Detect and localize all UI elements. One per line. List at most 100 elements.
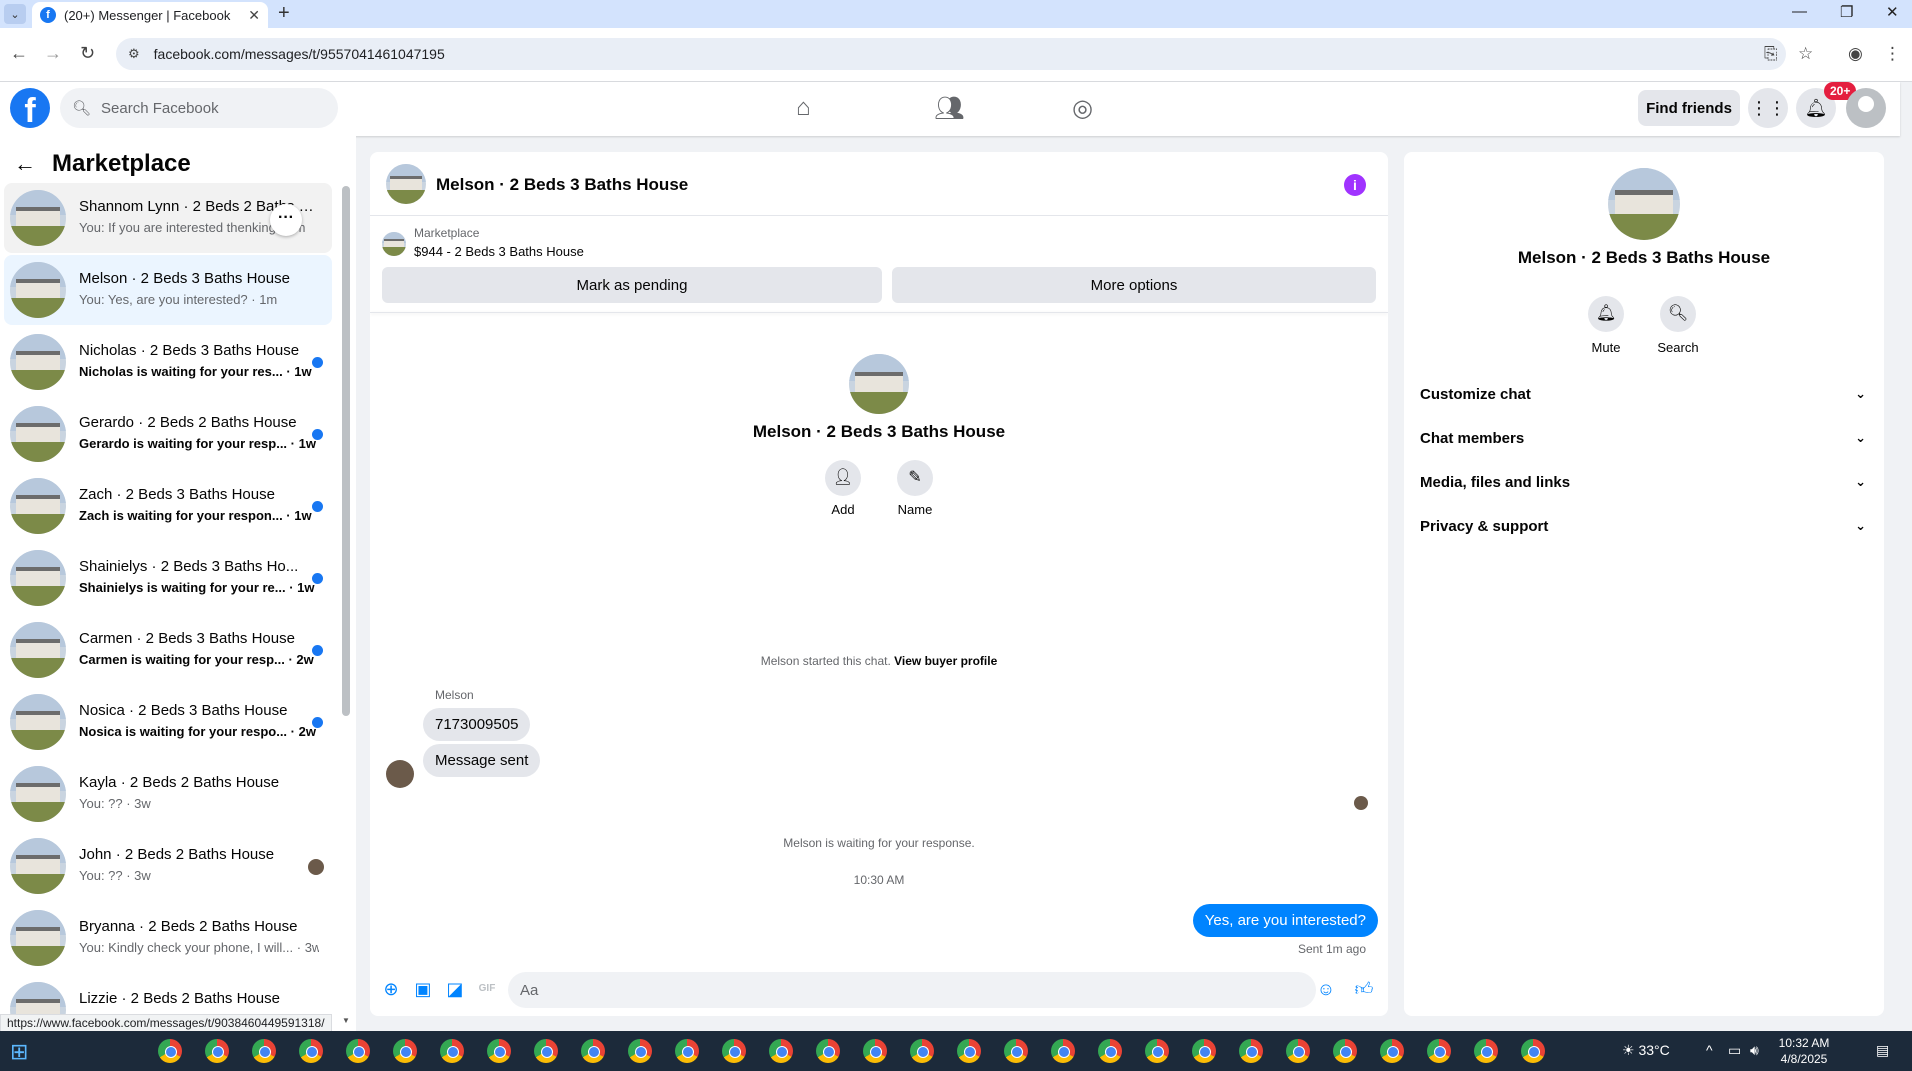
conversation-item[interactable]: Gerardo · 2 Beds 2 Baths House Gerardo is… [4, 399, 332, 469]
close-window-icon[interactable]: ✕ [1886, 3, 1899, 21]
plus-circle-icon[interactable]: ⊕ [380, 978, 402, 1000]
system-clock[interactable]: 10:32 AM 4/8/2025 [1768, 1035, 1840, 1067]
minimize-icon[interactable]: — [1792, 3, 1807, 20]
home-icon[interactable]: ⌂ [796, 94, 811, 122]
chrome-app-icon[interactable] [1239, 1039, 1263, 1063]
customize-chat-section[interactable]: Customize chat ⌄ [1420, 376, 1876, 412]
chrome-app-icon[interactable] [252, 1039, 276, 1063]
message-input[interactable] [508, 972, 1316, 1008]
chrome-app-icon[interactable] [675, 1039, 699, 1063]
privacy-support-section[interactable]: Privacy & support ⌄ [1420, 508, 1876, 544]
incoming-message[interactable]: Message sent [423, 744, 541, 777]
chrome-app-icon[interactable] [440, 1039, 464, 1063]
tab-search-icon[interactable]: ⌄ [4, 4, 26, 24]
windows-start-icon[interactable]: ⊞ [10, 1039, 28, 1065]
profile-icon[interactable]: ◉ [1848, 44, 1863, 64]
chat-members-section[interactable]: Chat members ⌄ [1420, 420, 1876, 456]
tray-chevron-icon[interactable]: ^ [1706, 1042, 1713, 1058]
chrome-app-icon[interactable] [346, 1039, 370, 1063]
chrome-app-icon[interactable] [1098, 1039, 1122, 1063]
browser-tab[interactable]: f (20+) Messenger | Facebook ✕ [32, 2, 268, 28]
search-in-chat-button[interactable]: 🔍︎ Search [1648, 296, 1708, 355]
site-info-icon[interactable]: ⚙ [128, 46, 140, 62]
chrome-app-icon[interactable] [581, 1039, 605, 1063]
chrome-app-icon[interactable] [158, 1039, 182, 1063]
account-avatar[interactable] [1846, 88, 1886, 128]
friends-icon[interactable]: 👥︎ [934, 94, 964, 123]
mark-as-pending-button[interactable]: Mark as pending [382, 267, 882, 303]
chrome-app-icon[interactable] [1051, 1039, 1075, 1063]
volume-icon[interactable]: 🔊︎ [1750, 1042, 1759, 1059]
new-tab-icon[interactable]: + [278, 2, 290, 25]
chrome-app-icon[interactable] [1380, 1039, 1404, 1063]
conversation-item[interactable]: Kayla · 2 Beds 2 Baths House You: ?? · 3w [4, 759, 332, 829]
chrome-app-icon[interactable] [722, 1039, 746, 1063]
conversation-item[interactable]: Bryanna · 2 Beds 2 Baths House You: Kindl… [4, 903, 332, 973]
forward-icon[interactable]: → [44, 43, 62, 64]
close-tab-icon[interactable]: ✕ [248, 7, 260, 24]
chrome-app-icon[interactable] [534, 1039, 558, 1063]
url-field[interactable]: ⚙ facebook.com/messages/t/95570414610471… [116, 38, 1786, 70]
conversation-item[interactable]: Nicholas · 2 Beds 3 Baths House Nicholas … [4, 327, 332, 397]
chrome-app-icon[interactable] [1474, 1039, 1498, 1063]
conversation-item[interactable]: Zach · 2 Beds 3 Baths House Zach is waiti… [4, 471, 332, 541]
name-button[interactable]: ✎ Name [885, 460, 945, 517]
notification-center-icon[interactable]: ▤ [1876, 1042, 1889, 1059]
media-files-section[interactable]: Media, files and links ⌄ [1420, 464, 1876, 500]
chrome-app-icon[interactable] [393, 1039, 417, 1063]
chrome-app-icon[interactable] [1286, 1039, 1310, 1063]
incoming-message[interactable]: 7173009505 [423, 708, 531, 741]
chrome-app-icon[interactable] [1192, 1039, 1216, 1063]
emoji-icon[interactable]: ☺ [1315, 978, 1337, 1000]
conversation-item[interactable]: Nosica · 2 Beds 3 Baths House Nosica is w… [4, 687, 332, 757]
profile-avatar[interactable] [849, 354, 909, 414]
menu-grid-icon[interactable]: ⋮⋮ [1748, 88, 1788, 128]
chrome-app-icon[interactable] [487, 1039, 511, 1063]
conversation-item[interactable]: John · 2 Beds 2 Baths House You: ?? · 3w [4, 831, 332, 901]
chrome-app-icon[interactable] [1521, 1039, 1545, 1063]
conversation-item[interactable]: Melson · 2 Beds 3 Baths House You: Yes, a… [4, 255, 332, 325]
chat-avatar[interactable] [386, 164, 426, 204]
chrome-app-icon[interactable] [1004, 1039, 1028, 1063]
reload-icon[interactable]: ↻ [80, 43, 95, 64]
restore-icon[interactable]: ❐ [1840, 3, 1853, 21]
chrome-app-icon[interactable] [957, 1039, 981, 1063]
photo-icon[interactable]: ▣ [412, 978, 434, 1000]
chrome-app-icon[interactable] [299, 1039, 323, 1063]
add-button[interactable]: 👤︎ Add [813, 460, 873, 517]
chrome-app-icon[interactable] [1427, 1039, 1451, 1063]
back-arrow-icon[interactable]: ← [14, 151, 36, 177]
chrome-app-icon[interactable] [205, 1039, 229, 1063]
chrome-app-icon[interactable] [1145, 1039, 1169, 1063]
chrome-app-icon[interactable] [628, 1039, 652, 1063]
view-buyer-profile-link[interactable]: View buyer profile [894, 654, 997, 668]
chrome-app-icon[interactable] [910, 1039, 934, 1063]
conversation-item[interactable]: Shannom Lynn · 2 Beds 2 Baths House You: … [4, 183, 332, 253]
facebook-logo-icon[interactable]: f [10, 88, 50, 128]
sticker-icon[interactable]: ◪ [444, 978, 466, 1000]
search-facebook-input[interactable]: 🔍︎ Search Facebook [60, 88, 338, 128]
thumbs-up-icon[interactable]: 👍︎ [1353, 978, 1375, 1000]
conversation-item[interactable]: Carmen · 2 Beds 3 Baths House Carmen is w… [4, 615, 332, 685]
install-app-icon[interactable]: ⎘ [1764, 44, 1778, 64]
find-friends-button[interactable]: Find friends [1638, 90, 1740, 126]
bookmark-star-icon[interactable]: ☆ [1798, 44, 1813, 64]
info-avatar[interactable] [1608, 168, 1680, 240]
chrome-app-icon[interactable] [769, 1039, 793, 1063]
chrome-app-icon[interactable] [863, 1039, 887, 1063]
sender-avatar[interactable] [386, 760, 414, 788]
gif-icon[interactable]: GIF [476, 978, 498, 1000]
network-icon[interactable]: ▭ [1728, 1042, 1741, 1059]
groups-icon[interactable]: ◎ [1072, 94, 1093, 123]
chrome-app-icon[interactable] [1333, 1039, 1357, 1063]
back-icon[interactable]: ← [10, 43, 28, 64]
weather-widget[interactable]: ☀ 33°C [1622, 1042, 1670, 1059]
chrome-app-icon[interactable] [816, 1039, 840, 1063]
scroll-down-icon[interactable]: ▼ [342, 1016, 350, 1025]
browser-menu-icon[interactable]: ⋮ [1884, 44, 1901, 64]
outgoing-message[interactable]: Yes, are you interested? [1192, 904, 1378, 937]
more-options-button[interactable]: More options [892, 267, 1376, 303]
more-options-icon[interactable]: ··· [270, 204, 302, 236]
sidebar-scrollbar[interactable] [342, 186, 350, 716]
info-icon[interactable]: i [1344, 174, 1366, 196]
